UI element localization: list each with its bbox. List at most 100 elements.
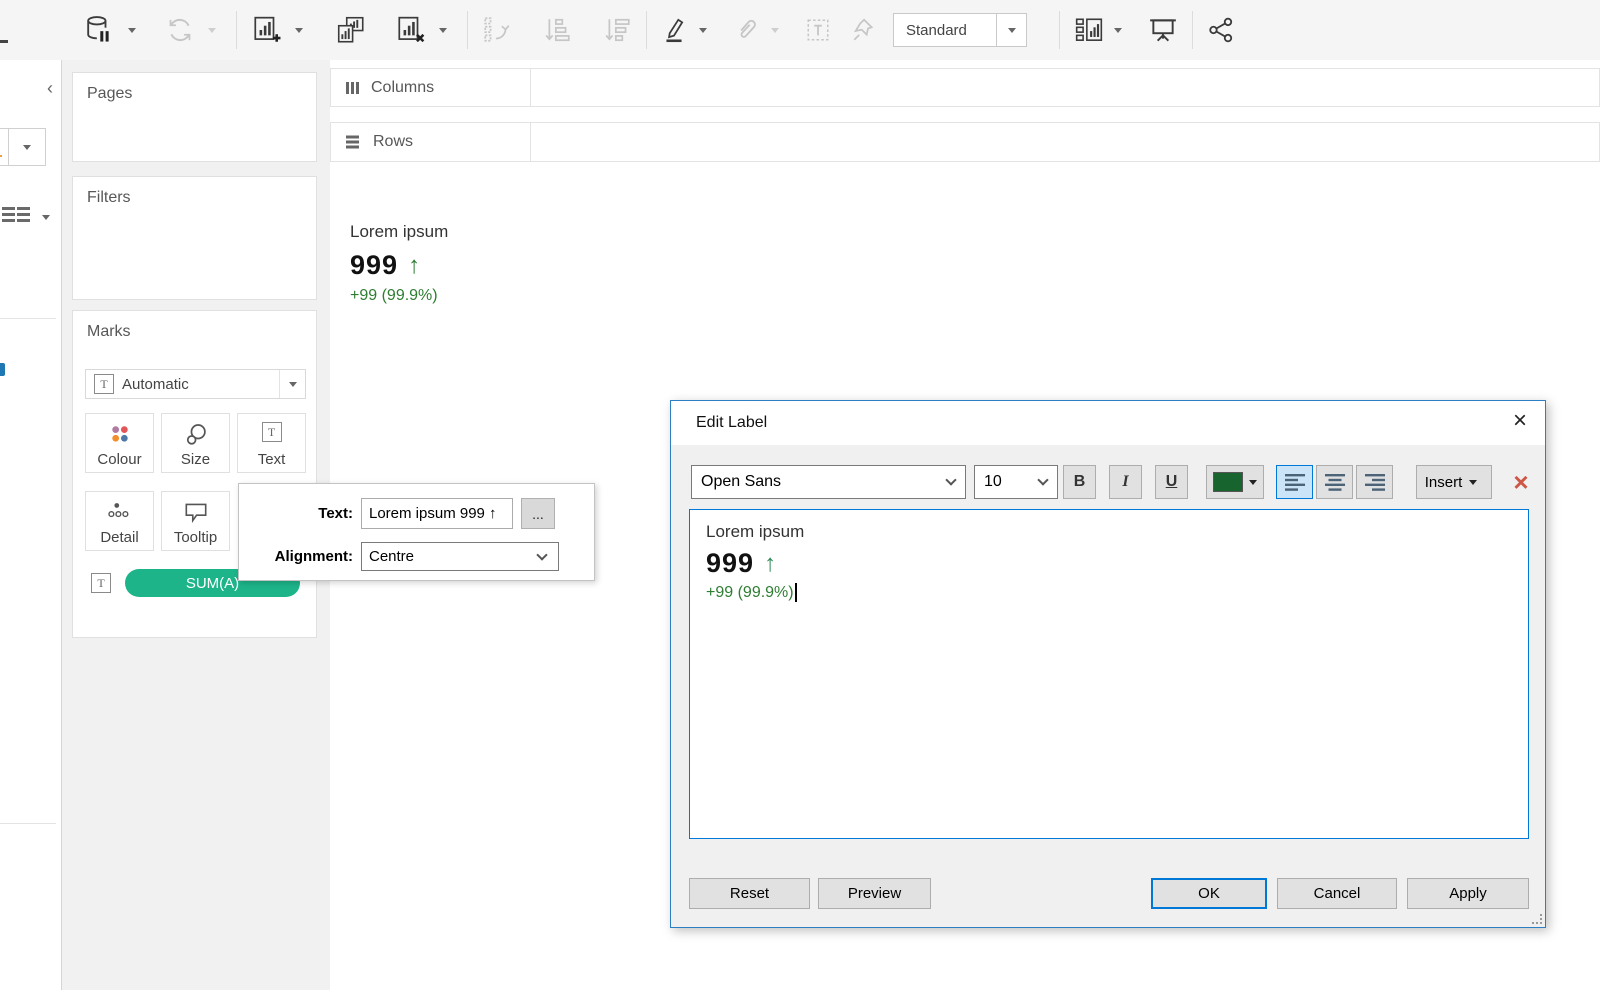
cancel-button[interactable]: Cancel	[1277, 878, 1397, 909]
columns-shelf-drop-area[interactable]	[531, 69, 1599, 106]
show-me-icon[interactable]	[1074, 16, 1104, 44]
rows-icon	[345, 134, 363, 150]
toolbar-divider	[236, 11, 237, 49]
align-center-button[interactable]	[1316, 465, 1353, 499]
clear-sheet-icon[interactable]	[395, 15, 425, 45]
alignment-value: Centre	[369, 548, 414, 565]
insert-button[interactable]: Insert	[1416, 465, 1492, 499]
size-button[interactable]: Size	[161, 413, 230, 473]
text-button-label: Text	[258, 451, 286, 468]
dialog-titlebar[interactable]: Edit Label	[671, 401, 1545, 445]
columns-icon	[345, 80, 361, 96]
apply-button[interactable]: Apply	[1407, 878, 1529, 909]
toolbar-divider	[646, 11, 647, 49]
filters-shelf-label: Filters	[73, 177, 316, 219]
tooltip-button-label: Tooltip	[174, 529, 217, 546]
data-source-name-clipped	[0, 129, 9, 165]
fit-selector-dropdown-icon[interactable]	[996, 14, 1026, 46]
font-size-select[interactable]: 10	[974, 465, 1058, 499]
tableau-window: Standard	[0, 0, 1600, 990]
data-source-selector-partial[interactable]	[0, 128, 46, 166]
editor-up-arrow-glyph: ↑	[764, 550, 776, 578]
show-me-dropdown-icon[interactable]	[1114, 28, 1122, 33]
view-as-list-icon[interactable]	[0, 206, 56, 228]
colour-button-label: Colour	[97, 451, 141, 468]
presentation-mode-icon[interactable]	[1148, 16, 1178, 44]
underline-button[interactable]: U	[1155, 465, 1188, 499]
view-as-dropdown-icon[interactable]	[42, 215, 50, 220]
swap-rows-columns-icon	[482, 15, 512, 45]
viz-text-mark[interactable]: Lorem ipsum 999 ↑ +99 (99.9%)	[350, 222, 448, 305]
clear-sheet-dropdown-icon[interactable]	[439, 28, 447, 33]
refresh-icon	[166, 16, 194, 44]
edit-text-more-button[interactable]: ...	[521, 498, 555, 529]
detail-button-label: Detail	[100, 529, 138, 546]
rows-shelf-label: Rows	[373, 133, 413, 151]
clipped-toolbar-icon	[0, 40, 8, 43]
size-icon	[162, 422, 229, 448]
bold-button[interactable]: B	[1063, 465, 1096, 499]
rows-shelf-drop-area[interactable]	[531, 123, 1599, 161]
fit-selector[interactable]: Standard	[893, 13, 1027, 47]
font-family-select[interactable]: Open Sans	[691, 465, 966, 499]
font-color-button[interactable]	[1206, 465, 1264, 499]
data-source-dropdown-icon[interactable]	[128, 28, 136, 33]
reset-button[interactable]: Reset	[689, 878, 810, 909]
dialog-close-icon[interactable]: ×	[1513, 409, 1527, 433]
text-icon: T	[238, 422, 305, 442]
size-button-label: Size	[181, 451, 210, 468]
data-source-caret-icon[interactable]	[9, 129, 45, 165]
marks-card: Marks T Automatic Colour	[72, 310, 317, 638]
filters-shelf[interactable]: Filters	[72, 176, 317, 300]
font-family-chevron-icon	[945, 474, 956, 485]
toolbar-divider	[1192, 11, 1193, 49]
pages-shelf-label: Pages	[73, 73, 316, 115]
tooltip-button[interactable]: Tooltip	[161, 491, 230, 551]
data-source-pause-icon[interactable]	[84, 15, 112, 45]
new-worksheet-icon[interactable]	[251, 15, 281, 45]
detail-button[interactable]: Detail	[85, 491, 154, 551]
text-mark-popup: Text: Lorem ipsum 999 ↑ ... Alignment: C…	[238, 483, 595, 581]
duplicate-sheet-icon[interactable]	[335, 15, 367, 45]
data-pane-divider	[0, 823, 56, 824]
data-pane-collapsed: ‹	[0, 60, 62, 990]
align-left-button[interactable]	[1276, 465, 1313, 499]
text-field-label: Text:	[239, 505, 361, 522]
rows-shelf[interactable]: Rows	[330, 122, 1600, 162]
mark-type-dropdown-icon[interactable]	[279, 370, 305, 398]
italic-button[interactable]: I	[1109, 465, 1142, 499]
highlight-icon[interactable]	[661, 16, 687, 44]
edit-label-dialog: Edit Label × Open Sans 10 B I U	[670, 400, 1546, 928]
columns-shelf-header: Columns	[331, 69, 531, 106]
label-text-editor[interactable]: Lorem ipsum 999 ↑ +99 (99.9%)	[689, 509, 1529, 839]
new-worksheet-dropdown-icon[interactable]	[295, 28, 303, 33]
refresh-dropdown-icon	[208, 28, 216, 33]
clear-formatting-icon[interactable]: ×	[1506, 465, 1536, 499]
alignment-field-label: Alignment:	[239, 548, 361, 565]
text-button[interactable]: T Text	[237, 413, 306, 473]
columns-shelf-label: Columns	[371, 79, 434, 97]
collapse-pane-icon[interactable]: ‹	[47, 78, 53, 99]
preview-button[interactable]: Preview	[818, 878, 931, 909]
ok-button[interactable]: OK	[1151, 878, 1267, 909]
alignment-chevron-icon	[536, 549, 547, 560]
viz-value: 999	[350, 250, 398, 281]
group-members-icon	[733, 16, 759, 44]
toolbar-divider	[467, 11, 468, 49]
share-icon[interactable]	[1207, 16, 1235, 44]
columns-shelf[interactable]: Columns	[330, 68, 1600, 107]
pages-shelf[interactable]: Pages	[72, 72, 317, 162]
dialog-resize-grip[interactable]	[1532, 914, 1542, 924]
text-mark-type-icon: T	[94, 374, 114, 394]
text-field-value[interactable]: Lorem ipsum 999 ↑	[361, 498, 513, 529]
rows-shelf-header: Rows	[331, 123, 531, 161]
fit-selector-value: Standard	[894, 14, 996, 46]
mark-type-selector[interactable]: T Automatic	[85, 369, 306, 399]
highlight-dropdown-icon[interactable]	[699, 28, 707, 33]
align-right-button[interactable]	[1356, 465, 1393, 499]
insert-dropdown-icon	[1469, 480, 1477, 485]
font-color-swatch	[1213, 472, 1243, 492]
colour-button[interactable]: Colour	[85, 413, 154, 473]
font-size-value: 10	[975, 473, 1039, 491]
alignment-select[interactable]: Centre	[361, 542, 559, 571]
